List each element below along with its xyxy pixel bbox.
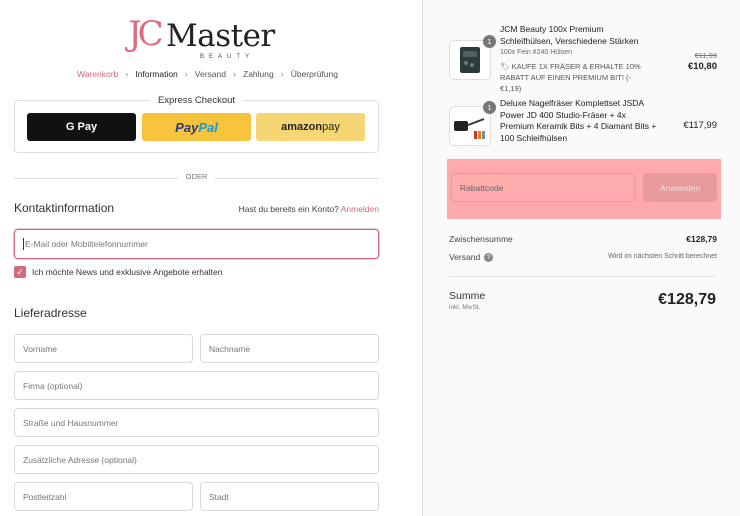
address2-field[interactable]: Zusätzliche Adresse (optional) bbox=[14, 445, 379, 474]
item-name-line: JCM Beauty 100x Premium bbox=[500, 24, 604, 34]
account-prompt: Hast du bereits ein Konto? Anmelden bbox=[239, 204, 379, 214]
discount-line: KAUFE 1X FRÄSER & ERHALTE 10% bbox=[511, 62, 641, 71]
company-field[interactable]: Firma (optional) bbox=[14, 371, 379, 400]
product-image-icon bbox=[454, 118, 485, 139]
breadcrumb-review: Überprüfung bbox=[290, 69, 338, 79]
google-pay-button[interactable]: G Pay bbox=[27, 113, 136, 141]
shipping-value: Wird im nächsten Schritt berechnet bbox=[608, 253, 717, 260]
zip-placeholder: Postleitzahl bbox=[23, 491, 67, 502]
street-field[interactable]: Straße und Hausnummer bbox=[14, 408, 379, 437]
brand-logo[interactable]: JC Master BEAUTY bbox=[128, 14, 275, 60]
item-name: Deluxe Nagelfräser Komplettset JSDA Powe… bbox=[500, 98, 672, 144]
account-prompt-text: Hast du bereits ein Konto? bbox=[238, 204, 339, 214]
item-name-line: Premium Keramik Bits + 4 Diamant Bits + bbox=[500, 121, 657, 131]
item-price: €10,80 bbox=[687, 61, 717, 72]
quantity-badge: 1 bbox=[483, 101, 496, 114]
chevron-right-icon: › bbox=[184, 69, 188, 79]
first-name-field[interactable]: Vorname bbox=[14, 334, 193, 363]
amazon-pay-button[interactable]: amazon pay bbox=[256, 113, 365, 141]
paypal-button[interactable]: Pay Pal bbox=[142, 113, 251, 141]
city-placeholder: Stadt bbox=[209, 491, 229, 502]
contact-section-title: Kontaktinformation bbox=[14, 201, 115, 215]
discount-line: €1,19) bbox=[500, 84, 522, 93]
email-placeholder: E-Mail oder Mobiltelefonnummer bbox=[25, 239, 148, 249]
paypal-label-pal: Pal bbox=[198, 119, 218, 135]
newsletter-option[interactable]: ✓ Ich möchte News und exklusive Angebote… bbox=[14, 266, 222, 278]
apply-discount-label: Anwenden bbox=[659, 182, 701, 193]
subtotal-row: Zwischensumme €128,79 bbox=[449, 234, 717, 244]
cart-item: 1 Deluxe Nagelfräser Komplettset JSDA Po… bbox=[449, 98, 719, 148]
discount-code-input[interactable]: Rabattcode bbox=[451, 173, 635, 202]
discount-line: RABATT AUF EINEN PREMIUM BIT! (- bbox=[500, 73, 631, 82]
tag-icon: 🏷 bbox=[500, 62, 510, 71]
discount-code-section: Rabattcode Anwenden bbox=[447, 159, 721, 219]
street-placeholder: Straße und Hausnummer bbox=[23, 417, 119, 428]
google-pay-label: G Pay bbox=[65, 121, 98, 133]
total-label: Summe bbox=[449, 290, 486, 302]
help-icon[interactable]: ? bbox=[484, 253, 494, 263]
item-name-line: Deluxe Nagelfräser Komplettset JSDA bbox=[500, 98, 645, 108]
logo-subtitle: BEAUTY bbox=[200, 54, 255, 60]
breadcrumb-information: Information bbox=[135, 69, 178, 79]
checkout-form-column: JC Master BEAUTY Warenkorb › Information… bbox=[0, 0, 422, 516]
express-checkout-title: Express Checkout bbox=[149, 95, 244, 106]
item-name-line: 100 Schleifhülsen bbox=[500, 132, 568, 143]
item-variant: 100x Fein #240 Hülsen bbox=[500, 49, 572, 56]
first-name-placeholder: Vorname bbox=[23, 343, 58, 354]
paypal-label-pay: Pay bbox=[175, 119, 199, 135]
item-discount: 🏷 KAUFE 1X FRÄSER & ERHALTE 10% RABATT A… bbox=[500, 61, 655, 94]
quantity-badge: 1 bbox=[483, 35, 496, 48]
item-original-price: €11,99 bbox=[694, 51, 717, 60]
or-divider: ODER bbox=[14, 172, 379, 184]
last-name-field[interactable]: Nachname bbox=[200, 334, 379, 363]
total-tax-note: inkl. MwSt. bbox=[449, 304, 481, 311]
breadcrumb-payment: Zahlung bbox=[243, 69, 274, 79]
amazon-pay-label-brand: amazon bbox=[281, 121, 323, 133]
logo-mark: JC bbox=[128, 14, 164, 54]
newsletter-label: Ich möchte News und exklusive Angebote e… bbox=[32, 267, 223, 277]
logo-name: Master bbox=[166, 18, 275, 54]
checkout-page: JC Master BEAUTY Warenkorb › Information… bbox=[0, 0, 740, 516]
subtotal-value: €128,79 bbox=[686, 234, 717, 244]
city-field[interactable]: Stadt bbox=[200, 482, 379, 511]
last-name-placeholder: Nachname bbox=[209, 343, 251, 354]
item-price: €117,99 bbox=[683, 120, 717, 131]
cart-item: 1 JCM Beauty 100x Premium Schleifhülsen,… bbox=[449, 24, 719, 96]
item-name-line: Power JD 400 Studio-Fräser + 4x bbox=[500, 109, 626, 120]
order-summary: 1 JCM Beauty 100x Premium Schleifhülsen,… bbox=[422, 0, 740, 516]
breadcrumb-cart[interactable]: Warenkorb bbox=[77, 69, 118, 79]
summary-divider bbox=[449, 276, 717, 277]
shipping-row: Versand? Wird im nächsten Schritt berech… bbox=[449, 252, 717, 263]
product-image-icon bbox=[460, 47, 480, 73]
zip-field[interactable]: Postleitzahl bbox=[14, 482, 193, 511]
chevron-right-icon: › bbox=[233, 69, 236, 79]
apply-discount-button[interactable]: Anwenden bbox=[643, 173, 717, 202]
shipping-section-title: Lieferadresse bbox=[14, 306, 87, 320]
login-link[interactable]: Anmelden bbox=[341, 204, 379, 214]
amazon-pay-label-pay: pay bbox=[322, 121, 340, 133]
address2-placeholder: Zusätzliche Adresse (optional) bbox=[23, 454, 137, 465]
item-name-line: Schleifhülsen, Verschiedene Stärken bbox=[500, 35, 639, 46]
or-divider-label: ODER bbox=[177, 172, 216, 181]
total-value: €128,79 bbox=[658, 291, 716, 308]
company-placeholder: Firma (optional) bbox=[23, 380, 83, 391]
item-name: JCM Beauty 100x Premium Schleifhülsen, V… bbox=[500, 24, 638, 47]
chevron-right-icon: › bbox=[125, 69, 129, 79]
chevron-right-icon: › bbox=[280, 69, 284, 79]
shipping-label: Versand bbox=[449, 252, 481, 262]
breadcrumb-shipping: Versand bbox=[194, 69, 226, 79]
subtotal-label: Zwischensumme bbox=[449, 234, 513, 244]
discount-code-placeholder: Rabattcode bbox=[460, 182, 504, 193]
express-checkout: Express Checkout G Pay Pay Pal amazon pay bbox=[14, 95, 379, 153]
breadcrumb: Warenkorb › Information › Versand › Zahl… bbox=[77, 69, 338, 79]
checkbox-checked-icon[interactable]: ✓ bbox=[14, 266, 26, 278]
email-field[interactable]: E-Mail oder Mobiltelefonnummer bbox=[14, 229, 379, 259]
